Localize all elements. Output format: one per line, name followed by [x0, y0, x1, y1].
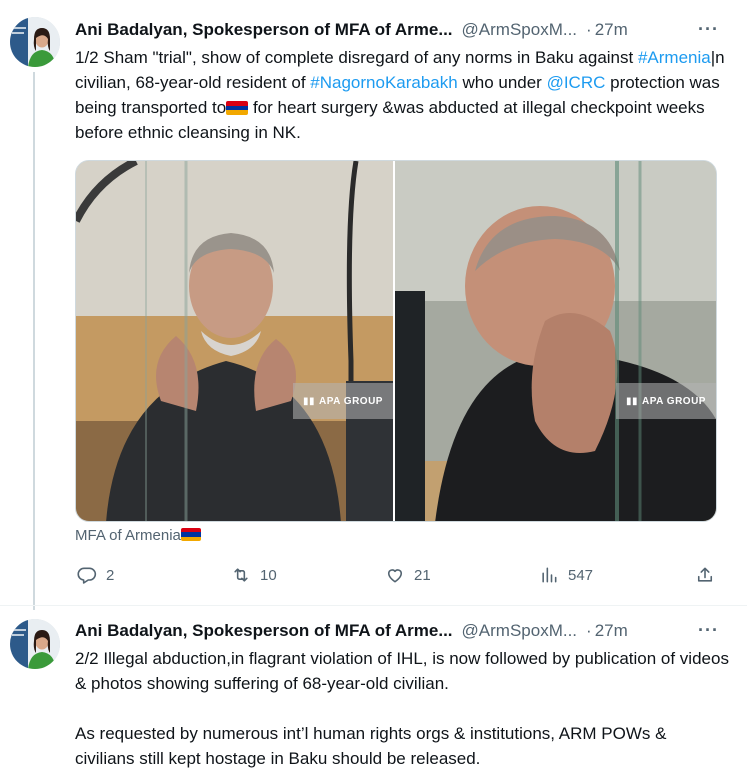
text-segment: who under — [457, 73, 547, 92]
mention-icrc[interactable]: @ICRC — [547, 73, 606, 92]
source-label[interactable]: MFA of Armenia — [75, 527, 181, 544]
armenia-flag-icon — [180, 528, 201, 541]
tweet-header: Ani Badalyan, Spokesperson of MFA of Arm… — [75, 620, 719, 642]
avatar-image — [10, 17, 60, 67]
retweet-icon — [234, 568, 248, 582]
media-photo-1[interactable]: ▮▮ APA GROUP — [76, 161, 395, 521]
tweet-paragraph-1: 2/2 Illegal abduction,in flagrant violat… — [75, 649, 729, 693]
like-count: 21 — [414, 566, 431, 584]
share-button[interactable] — [695, 563, 724, 587]
views-chart-icon — [542, 567, 557, 583]
reply-count: 2 — [106, 566, 115, 584]
more-options-icon[interactable]: ··· — [698, 19, 719, 40]
separator-dot: · — [586, 20, 592, 39]
apa-watermark: ▮▮ APA GROUP — [293, 383, 393, 419]
heart-icon — [387, 569, 403, 583]
author-name[interactable]: Ani Badalyan, Spokesperson of MFA of Arm… — [75, 20, 453, 40]
retweet-button[interactable]: 10 — [231, 563, 277, 587]
apa-watermark: ▮▮ APA GROUP — [616, 383, 716, 419]
media-photo-2[interactable]: ▮▮ APA GROUP — [395, 161, 716, 521]
watermark-text: APA GROUP — [319, 395, 383, 407]
like-button[interactable]: 21 — [385, 563, 431, 587]
tweet-text: 2/2 Illegal abduction,in flagrant violat… — [75, 646, 729, 771]
author-name[interactable]: Ani Badalyan, Spokesperson of MFA of Arm… — [75, 621, 453, 641]
media-source[interactable]: MFA of Armenia — [75, 527, 201, 544]
reply-icon — [77, 567, 97, 584]
tweet-header: Ani Badalyan, Spokesperson of MFA of Arm… — [75, 19, 719, 41]
action-bar: 2 10 21 547 — [75, 563, 717, 587]
tweet-text: 1/2 Sham "trial", show of complete disre… — [75, 45, 729, 145]
armenia-flag-icon — [226, 101, 249, 115]
hashtag-nagornokarabakh[interactable]: #NagornoKarabakh — [310, 73, 457, 92]
tweet-2[interactable]: Ani Badalyan, Spokesperson of MFA of Arm… — [0, 605, 747, 777]
view-count: 547 — [568, 566, 594, 584]
photo-man-covering-face — [395, 161, 716, 521]
thread-line — [33, 72, 35, 610]
hashtag-armenia[interactable]: #Armenia — [638, 48, 711, 67]
apa-logo-icon: ▮▮ — [303, 395, 316, 407]
avatar-image — [10, 619, 60, 669]
retweet-count: 10 — [260, 566, 277, 584]
share-icon — [697, 567, 713, 582]
timestamp[interactable]: 27m — [595, 20, 628, 40]
tweet-1[interactable]: Ani Badalyan, Spokesperson of MFA of Arm… — [0, 0, 747, 610]
reply-button[interactable]: 2 — [77, 563, 114, 587]
author-avatar[interactable] — [10, 17, 60, 67]
tweet-paragraph-2: As requested by numerous int’l human rig… — [75, 724, 667, 768]
views-button[interactable]: 547 — [539, 563, 593, 587]
text-segment: 1/2 Sham "trial", show of complete disre… — [75, 48, 638, 67]
apa-logo-icon: ▮▮ — [626, 395, 639, 407]
more-options-icon[interactable]: ··· — [698, 620, 719, 641]
author-handle[interactable]: @ArmSpoxM... — [462, 621, 578, 641]
author-avatar[interactable] — [10, 619, 60, 669]
separator-dot: · — [586, 621, 592, 640]
media-grid: ▮▮ APA GROUP ▮▮ APA GROUP — [75, 160, 717, 522]
timestamp[interactable]: 27m — [595, 621, 628, 641]
photo-man-behind-glass — [76, 161, 393, 521]
author-handle[interactable]: @ArmSpoxM... — [462, 20, 578, 40]
watermark-text: APA GROUP — [642, 395, 706, 407]
